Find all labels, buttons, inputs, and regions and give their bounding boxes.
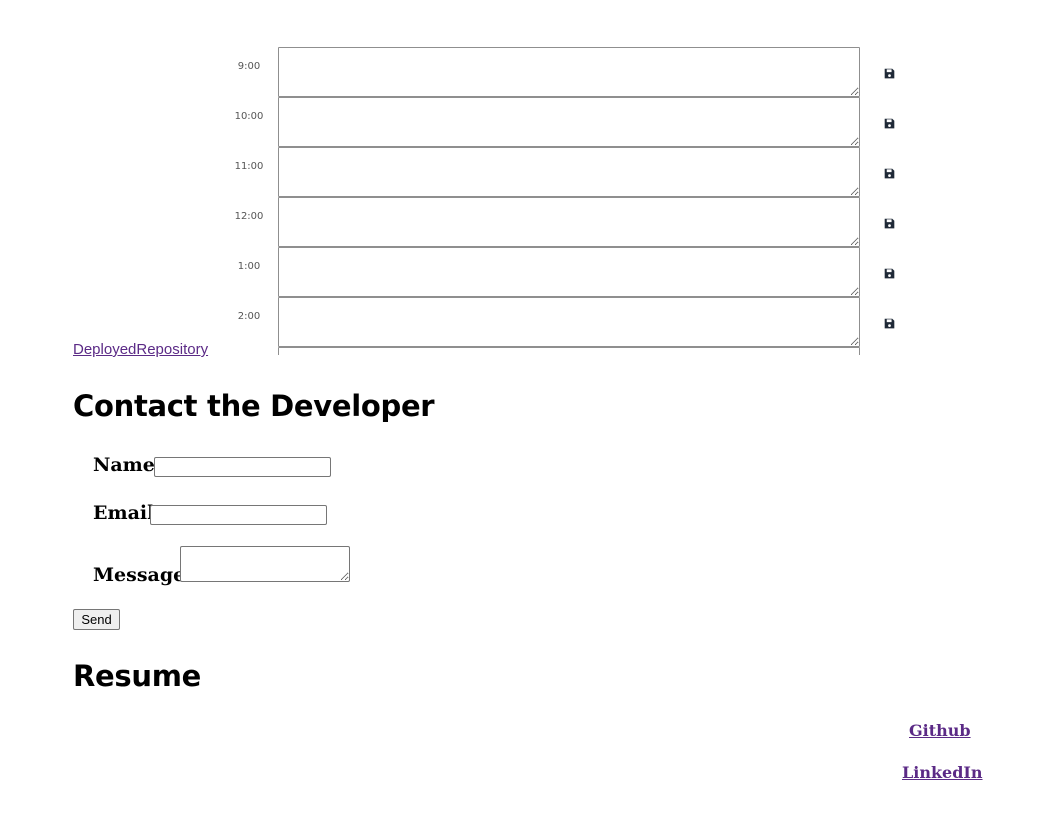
floppy-disk-icon	[884, 168, 894, 178]
name-input[interactable]	[154, 457, 331, 477]
floppy-disk-icon	[884, 118, 894, 128]
save-button[interactable]	[876, 262, 902, 284]
time-block-row: 1:00	[222, 247, 942, 297]
time-block-row: 10:00	[222, 97, 942, 147]
save-button[interactable]	[876, 212, 902, 234]
linkedin-link[interactable]: LinkedIn	[902, 763, 983, 782]
hour-label: 11:00	[234, 161, 264, 172]
time-block-row: 2:00	[222, 297, 942, 347]
message-label: Message:	[93, 564, 193, 586]
floppy-disk-icon	[884, 268, 894, 278]
hour-label: 9:00	[237, 61, 261, 72]
event-textarea[interactable]	[278, 297, 860, 347]
save-button[interactable]	[876, 62, 902, 84]
github-link[interactable]: Github	[909, 721, 971, 740]
time-block-row: 11:00	[222, 147, 942, 197]
page: 9:00 10:00 11:00 12:00 1:00 2:00 Deploye…	[0, 0, 1053, 832]
name-label: Name:	[93, 454, 162, 476]
send-button[interactable]: Send	[73, 609, 120, 630]
email-input[interactable]	[150, 505, 327, 525]
floppy-disk-icon	[884, 318, 894, 328]
floppy-disk-icon	[884, 218, 894, 228]
resume-heading: Resume	[73, 659, 201, 693]
hour-label	[222, 347, 276, 355]
save-button[interactable]	[876, 162, 902, 184]
event-textarea[interactable]	[278, 147, 860, 197]
deployed-repository-link[interactable]: DeployedRepository	[73, 341, 208, 358]
hour-label: 12:00	[234, 211, 264, 222]
time-block-row: 12:00	[222, 197, 942, 247]
hour-label: 2:00	[237, 311, 261, 322]
save-button[interactable]	[876, 112, 902, 134]
save-button[interactable]	[876, 312, 902, 334]
event-textarea[interactable]	[278, 197, 860, 247]
floppy-disk-icon	[884, 68, 894, 78]
event-textarea[interactable]	[278, 97, 860, 147]
contact-heading: Contact the Developer	[73, 389, 435, 423]
time-block-row	[222, 347, 942, 355]
time-block-row: 9:00	[222, 47, 942, 97]
hour-label: 10:00	[234, 111, 264, 122]
message-textarea[interactable]	[180, 546, 350, 582]
event-textarea[interactable]	[278, 247, 860, 297]
event-textarea[interactable]	[278, 47, 860, 97]
hour-label: 1:00	[237, 261, 261, 272]
day-scheduler: 9:00 10:00 11:00 12:00 1:00 2:00	[222, 47, 942, 355]
event-textarea[interactable]	[278, 347, 860, 355]
